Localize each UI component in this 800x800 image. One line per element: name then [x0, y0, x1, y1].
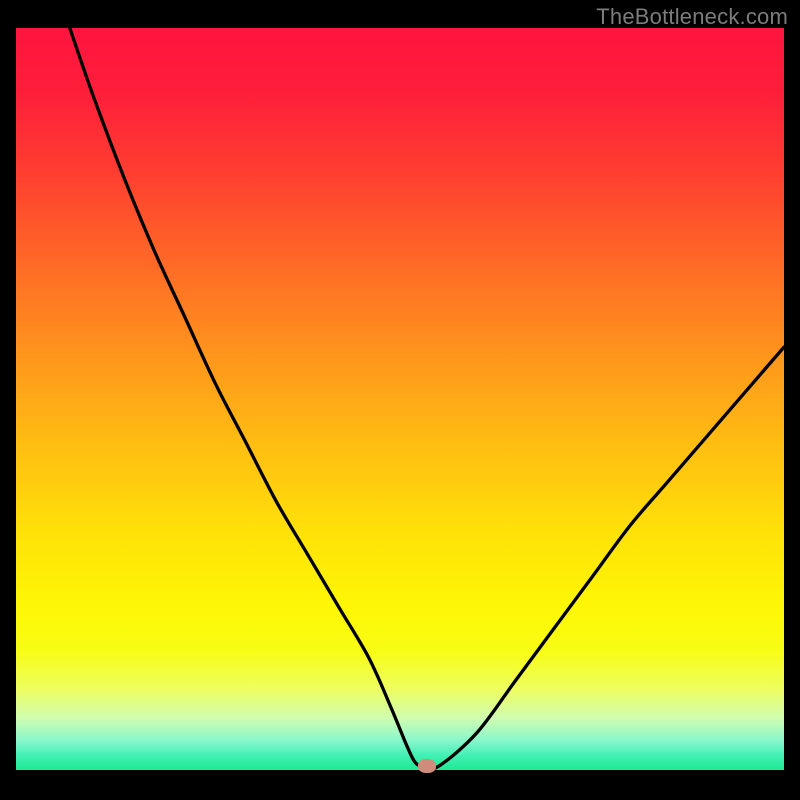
chart-frame: TheBottleneck.com — [0, 0, 800, 800]
marker-dot — [418, 759, 436, 773]
plot-area — [16, 28, 784, 770]
watermark-label: TheBottleneck.com — [596, 4, 788, 30]
curve-svg — [16, 28, 784, 770]
curve-path — [70, 28, 784, 769]
